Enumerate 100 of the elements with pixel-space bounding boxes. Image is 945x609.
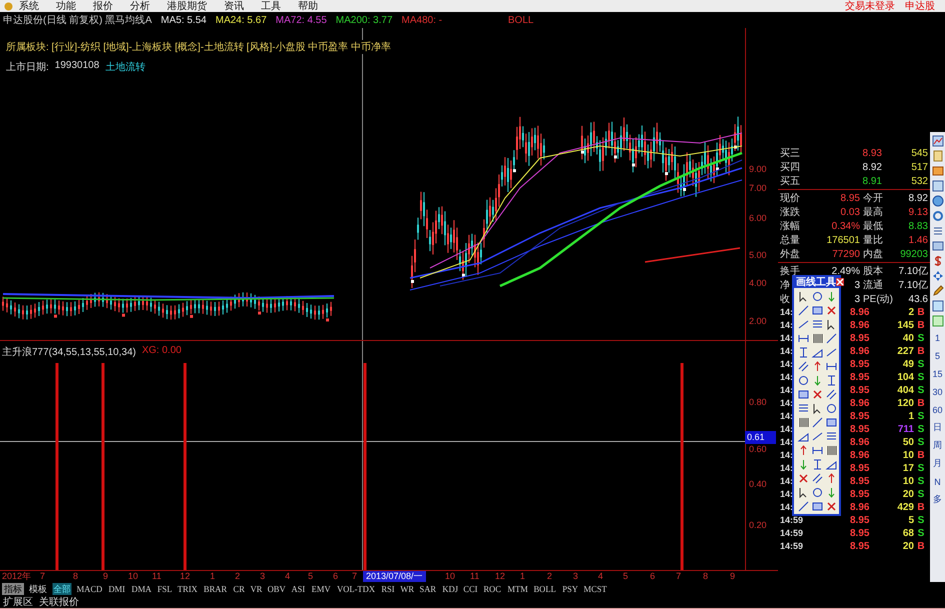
tick-volume: 404 <box>896 385 914 396</box>
tick-time: 14:59 <box>780 540 804 553</box>
axis-label: 9.00 <box>749 164 767 174</box>
cursor-value: 0.61 <box>745 431 776 444</box>
tick-time: 14: <box>780 488 794 501</box>
tick-volume: 1 <box>907 411 914 422</box>
tick-price: 8.95 <box>850 359 870 370</box>
menu-item[interactable]: 功能 <box>56 0 76 13</box>
indicator-value: MA24: 5.67 <box>215 14 267 26</box>
listing-date: 19930108 <box>54 60 100 73</box>
tick-volume: 2 <box>907 307 914 318</box>
date-label: 1 <box>520 571 526 582</box>
indicator-tab[interactable]: MACD <box>76 583 104 595</box>
tick-time: 14: <box>780 397 794 410</box>
axis-label: 0.20 <box>749 520 767 530</box>
tick-volume: 20 <box>902 541 914 552</box>
indicator-reading: XG: 0.00 <box>142 345 182 358</box>
date-label: 4 <box>285 571 290 582</box>
tick-volume: 227 <box>896 346 914 357</box>
indicator-tab[interactable]: SAR <box>418 583 438 595</box>
period-button[interactable]: 30 <box>930 384 945 399</box>
period-button[interactable]: N <box>930 474 945 489</box>
quote-label: 买四 <box>780 161 798 174</box>
indicator-tab[interactable]: ASI <box>290 583 306 595</box>
concept-tag[interactable]: 土地流转 <box>105 60 146 74</box>
trade-side: B <box>916 346 926 357</box>
indicator-button[interactable]: 指标 <box>2 583 24 595</box>
tick-time: 14: <box>780 410 794 423</box>
indicator-tab[interactable]: OBV <box>266 583 287 595</box>
date-label: 4 <box>598 571 604 582</box>
quote-label: 最高 <box>862 206 884 219</box>
indicator-tab[interactable]: CR <box>232 583 246 595</box>
indicator-tab[interactable]: BRAR <box>202 583 228 595</box>
template-button[interactable]: 模板 <box>27 583 49 595</box>
menu-item[interactable]: 分析 <box>130 0 150 13</box>
indicator-tab[interactable]: VOL-TDX <box>336 583 376 595</box>
tick-volume: 10 <box>902 476 914 487</box>
quote-value: 9.13 <box>908 206 928 218</box>
sector-info: 所属板块: [行业]-纺织 [地域]-上海板块 [概念]-土地流转 [风格]-小盘股 中币盈率 中币净率 <box>6 40 391 54</box>
indicator-name: 主升浪777(34,55,13,55,10,34) <box>2 346 136 359</box>
date-label: 2 <box>547 571 552 582</box>
menu-item[interactable]: 港股期货 <box>167 0 207 13</box>
trade-side: S <box>916 424 926 435</box>
indicator-tab[interactable]: DMI <box>108 583 126 595</box>
menu-item[interactable]: 工具 <box>261 0 281 13</box>
indicator-tab[interactable]: DMA <box>130 583 152 595</box>
quote-label: 最低 <box>862 220 884 233</box>
quote-label: 外盘 <box>780 248 800 261</box>
date-label: 9 <box>730 571 736 582</box>
tick-time: 14: <box>780 423 794 436</box>
trade-side: B <box>916 320 926 331</box>
tick-volume: 711 <box>896 424 914 435</box>
indicator-tab[interactable]: MTM <box>506 583 529 595</box>
menu-item[interactable]: 报价 <box>93 0 113 13</box>
indicator-tab[interactable]: 全部 <box>52 583 72 595</box>
indicator-tab[interactable]: BOLL <box>532 583 558 595</box>
indicator-tab[interactable]: KDJ <box>441 583 459 595</box>
menu-item[interactable]: 系统 <box>19 0 39 13</box>
indicator-tab[interactable]: WR <box>399 583 415 595</box>
indicator-tab[interactable]: FSL <box>156 583 173 595</box>
tick-time: 14: <box>780 319 794 332</box>
indicator-tab[interactable]: MCST <box>582 583 608 595</box>
period-button[interactable]: 60 <box>930 402 945 417</box>
bid-price: 8.91 <box>862 176 883 186</box>
trade-side: B <box>916 307 926 318</box>
quote-value: 0.34% <box>832 220 860 232</box>
indicator-tab[interactable]: CCI <box>462 583 479 595</box>
bid-volume: 517 <box>910 162 928 172</box>
indicator-tab[interactable]: ROC <box>482 583 502 595</box>
listing-date-label: 上市日期: <box>6 60 49 74</box>
tick-time: 14: <box>780 345 794 358</box>
indicator-tab[interactable]: RSI <box>380 583 396 595</box>
menu-item[interactable]: 帮助 <box>298 0 318 13</box>
trade-side: S <box>916 463 926 474</box>
tick-price: 8.95 <box>850 489 870 500</box>
period-button[interactable]: 月 <box>930 456 945 471</box>
tick-price: 8.96 <box>850 398 870 409</box>
indicator-tab[interactable]: PSY <box>561 583 579 595</box>
indicator-tab[interactable]: EMV <box>310 583 332 595</box>
period-button[interactable]: 1 <box>930 330 945 345</box>
trade-side: S <box>916 528 926 539</box>
indicator-tab[interactable]: VR <box>248 583 263 595</box>
period-button[interactable]: 多 <box>930 492 945 507</box>
menu-item[interactable]: 资讯 <box>224 0 244 13</box>
tick-price: 8.95 <box>850 372 870 383</box>
period-button[interactable]: 周 <box>930 438 945 453</box>
period-button[interactable]: 15 <box>930 366 945 381</box>
indicator-value: MA200: 3.77 <box>336 14 393 26</box>
trade-side: S <box>916 489 926 500</box>
axis-label: 0.60 <box>749 444 767 454</box>
indicator-tab[interactable]: TRIX <box>176 583 198 595</box>
trade-side: S <box>916 515 926 526</box>
quote-label: 今开 <box>862 192 884 205</box>
period-button[interactable]: 日 <box>930 420 945 435</box>
axis-label: 4.00 <box>749 278 767 288</box>
bottom-tab[interactable]: 扩展区 <box>3 595 33 609</box>
trade-side: S <box>916 411 926 422</box>
tick-price: 8.95 <box>850 541 870 552</box>
bottom-tab[interactable]: 关联报价 <box>39 595 79 609</box>
period-button[interactable]: 5 <box>930 348 945 363</box>
